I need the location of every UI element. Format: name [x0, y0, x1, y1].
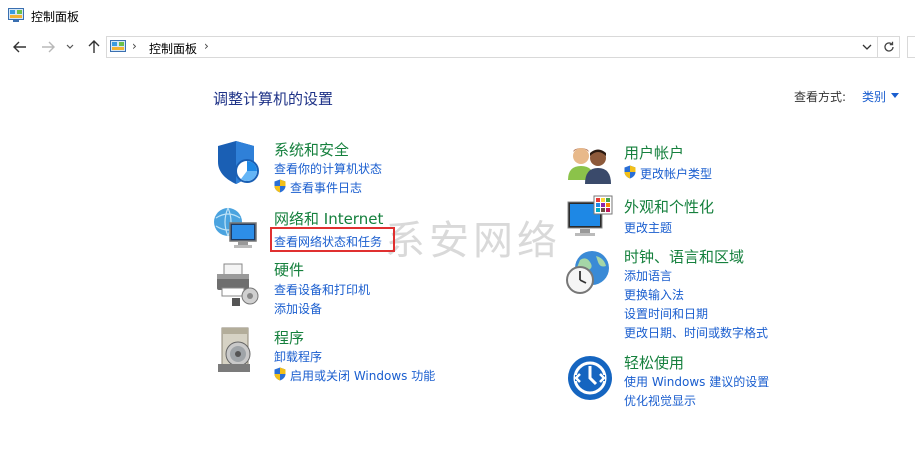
- link-uninstall-program[interactable]: 卸载程序: [274, 348, 322, 365]
- highlight-annotation: [270, 227, 395, 252]
- clock-globe-icon[interactable]: [564, 248, 612, 296]
- watermark: 系安网络: [385, 218, 561, 264]
- link-optimize-visual-display[interactable]: 优化视觉显示: [624, 392, 696, 409]
- breadcrumb-item[interactable]: 控制面板: [149, 40, 197, 57]
- refresh-button[interactable]: [878, 36, 900, 58]
- category-title[interactable]: 网络和 Internet: [274, 208, 383, 229]
- programs-icon[interactable]: [214, 326, 262, 374]
- link-change-theme[interactable]: 更改主题: [624, 219, 672, 236]
- up-button[interactable]: [84, 37, 104, 57]
- back-arrow-icon: [13, 41, 26, 53]
- control-panel-icon: [110, 40, 126, 52]
- breadcrumb-separator[interactable]: ›: [132, 39, 137, 53]
- category-title[interactable]: 系统和安全: [274, 139, 349, 160]
- search-input[interactable]: [907, 36, 915, 58]
- link-change-account-type[interactable]: 更改帐户类型: [640, 165, 712, 182]
- link-view-devices-printers[interactable]: 查看设备和打印机: [274, 281, 370, 298]
- ease-of-access-icon[interactable]: [566, 354, 614, 402]
- navigation-bar: › 控制面板 ›: [0, 32, 915, 62]
- link-add-device[interactable]: 添加设备: [274, 300, 322, 317]
- category-title[interactable]: 时钟、语言和区域: [624, 246, 744, 267]
- address-bar[interactable]: › 控制面板 ›: [106, 36, 878, 58]
- uac-shield-icon: [624, 165, 636, 179]
- back-button[interactable]: [10, 37, 30, 57]
- up-arrow-icon: [88, 40, 100, 53]
- shield-icon[interactable]: [214, 138, 262, 186]
- caret-down-icon[interactable]: [891, 93, 899, 98]
- forward-button[interactable]: [38, 37, 58, 57]
- link-set-date-time[interactable]: 设置时间和日期: [624, 305, 708, 322]
- uac-shield-icon: [274, 179, 286, 193]
- address-dropdown-icon[interactable]: [860, 40, 874, 54]
- breadcrumb-separator[interactable]: ›: [204, 39, 209, 53]
- recent-locations-button[interactable]: [63, 37, 77, 57]
- view-by-label: 查看方式:: [794, 90, 847, 104]
- window-title: 控制面板: [31, 10, 80, 24]
- category-title[interactable]: 硬件: [274, 259, 304, 280]
- link-recommended-settings[interactable]: 使用 Windows 建议的设置: [624, 373, 769, 390]
- category-title[interactable]: 用户帐户: [624, 142, 684, 163]
- link-view-computer-status[interactable]: 查看你的计算机状态: [274, 160, 382, 177]
- appearance-icon[interactable]: [566, 194, 614, 242]
- category-title[interactable]: 程序: [274, 327, 304, 348]
- link-view-event-logs[interactable]: 查看事件日志: [290, 179, 362, 196]
- users-icon[interactable]: [566, 140, 614, 188]
- link-windows-features[interactable]: 启用或关闭 Windows 功能: [290, 367, 435, 384]
- category-title[interactable]: 外观和个性化: [624, 196, 714, 217]
- view-by-dropdown[interactable]: 类别: [862, 88, 886, 105]
- title-bar: 控制面板: [0, 0, 915, 32]
- page-title: 调整计算机的设置: [213, 90, 334, 108]
- uac-shield-icon: [274, 367, 286, 381]
- link-add-language[interactable]: 添加语言: [624, 267, 672, 284]
- forward-arrow-icon: [42, 41, 55, 53]
- network-icon[interactable]: [212, 205, 260, 253]
- chevron-down-icon: [66, 44, 74, 49]
- printer-icon[interactable]: [212, 260, 260, 308]
- link-change-formats[interactable]: 更改日期、时间或数字格式: [624, 324, 768, 341]
- link-change-input-method[interactable]: 更换输入法: [624, 286, 684, 303]
- control-panel-icon: [8, 8, 24, 22]
- category-title[interactable]: 轻松使用: [624, 352, 684, 373]
- refresh-icon: [883, 41, 894, 52]
